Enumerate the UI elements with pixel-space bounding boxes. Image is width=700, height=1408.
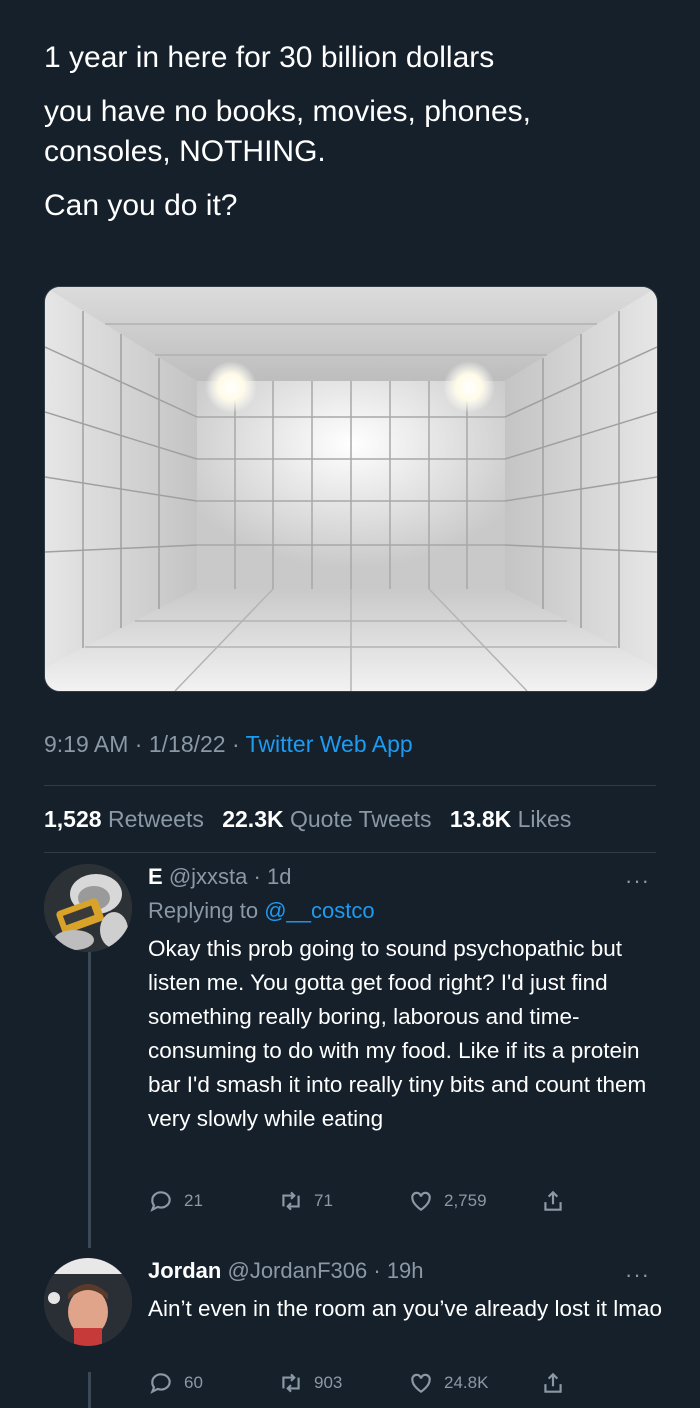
retweet-count: 71 [314, 1191, 333, 1210]
reply-age[interactable]: 19h [387, 1258, 424, 1283]
separator: · [134, 731, 143, 757]
reply-icon [150, 1373, 171, 1394]
reply-count: 60 [184, 1373, 203, 1392]
divider [44, 852, 656, 853]
author-handle[interactable]: @jxxsta [169, 864, 248, 889]
quotes-label: Quote Tweets [289, 806, 432, 832]
like-button[interactable]: 2,759 [408, 1188, 487, 1214]
likes-stat[interactable]: 13.8K Likes [450, 806, 571, 832]
reply-count: 21 [184, 1191, 203, 1210]
reply-text: Okay this prob going to sound psychopath… [148, 936, 647, 1131]
reply-icon [150, 1191, 171, 1212]
reply-actions: 21 71 2,759 [148, 1188, 668, 1218]
thread-line [88, 1372, 91, 1408]
tweet-text: 1 year in here for 30 billion dollars yo… [44, 38, 664, 240]
author-handle[interactable]: @JordanF306 [227, 1258, 367, 1283]
retweet-count: 903 [314, 1373, 343, 1392]
engagement-stats: 1,528 Retweets 22.3K Quote Tweets 13.8K … [44, 806, 571, 833]
retweet-icon [282, 1373, 300, 1393]
avatar[interactable] [44, 864, 132, 952]
retweets-label: Retweets [107, 806, 204, 832]
share-button[interactable] [540, 1188, 566, 1214]
like-count: 2,759 [444, 1191, 487, 1210]
retweets-stat[interactable]: 1,528 Retweets [44, 806, 204, 832]
separator: · [373, 1258, 381, 1283]
reply-age[interactable]: 1d [267, 864, 291, 889]
reply-header: Jordan @JordanF306 · 19h [148, 1258, 668, 1284]
more-options-icon[interactable]: ··· [625, 1262, 650, 1288]
likes-label: Likes [517, 806, 572, 832]
more-options-icon[interactable]: ··· [625, 868, 650, 894]
avatar[interactable] [44, 1258, 132, 1346]
share-button[interactable] [540, 1370, 566, 1396]
tweet-time[interactable]: 9:19 AM [44, 731, 128, 757]
share-icon [544, 1190, 562, 1211]
padded-room-image [45, 287, 657, 691]
tweet-image[interactable] [44, 286, 658, 692]
reply-text: Ain’t even in the room an you’ve already… [148, 1296, 663, 1321]
tweet-line: Can you do it? [44, 189, 238, 222]
tweet-source[interactable]: Twitter Web App [246, 731, 413, 757]
retweet-icon [282, 1191, 300, 1211]
retweet-button[interactable]: 903 [278, 1370, 342, 1396]
heart-icon [411, 1373, 431, 1393]
reply-header: E @jxxsta · 1d [148, 864, 668, 890]
reply-actions: 60 903 24.8K [148, 1370, 668, 1400]
tweet-timestamp: 9:19 AM · 1/18/22 · Twitter Web App [44, 731, 413, 758]
thread-line [88, 952, 91, 1248]
replying-to: Replying to @__costco [148, 898, 668, 924]
author-name[interactable]: Jordan [148, 1258, 221, 1283]
share-icon [544, 1372, 562, 1393]
likes-count: 13.8K [449, 806, 512, 832]
like-count: 24.8K [444, 1373, 489, 1392]
quotes-stat[interactable]: 22.3K Quote Tweets [222, 806, 431, 832]
retweet-button[interactable]: 71 [278, 1188, 333, 1214]
like-button[interactable]: 24.8K [408, 1370, 488, 1396]
heart-icon [411, 1191, 431, 1211]
tweet-date[interactable]: 1/18/22 [149, 731, 226, 757]
tweet-line: 1 year in here for 30 billion dollars [44, 41, 495, 74]
divider [44, 785, 656, 786]
quotes-count: 22.3K [222, 806, 284, 832]
reply-button[interactable]: 21 [148, 1188, 203, 1214]
author-name[interactable]: E [148, 864, 163, 889]
reply-button[interactable]: 60 [148, 1370, 203, 1396]
replying-prefix: Replying to [148, 898, 259, 923]
tweet-line: you have no books, movies, phones, conso… [44, 95, 531, 168]
replying-handle[interactable]: @__costco [264, 898, 374, 923]
retweets-count: 1,528 [44, 806, 102, 832]
separator: · [253, 864, 261, 889]
separator: · [231, 731, 240, 757]
